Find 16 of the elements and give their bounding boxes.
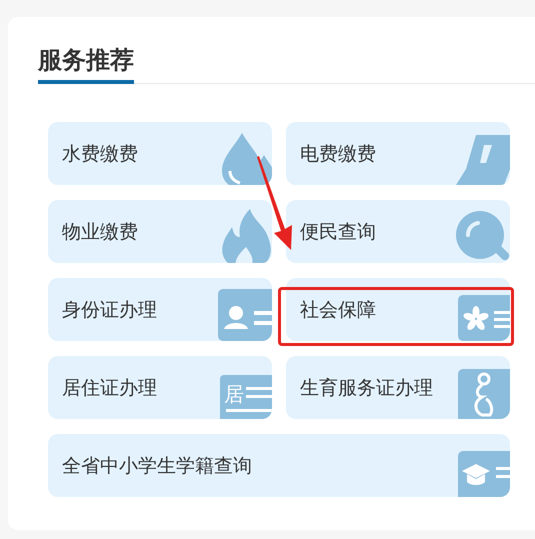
- graduation-cap-icon: [458, 451, 510, 497]
- service-tile[interactable]: 生育服务证办理: [286, 356, 510, 419]
- service-tile[interactable]: 物业缴费: [48, 200, 272, 263]
- service-tile[interactable]: 全省中小学生学籍查询: [48, 434, 510, 497]
- residence-card-icon: 居: [220, 375, 272, 419]
- service-tile[interactable]: 电费缴费: [286, 122, 510, 185]
- service-tile[interactable]: 居住证办理 居: [48, 356, 272, 419]
- flame-icon: [220, 207, 272, 263]
- service-tile[interactable]: 水费缴费: [48, 122, 272, 185]
- id-card-icon: [218, 289, 272, 341]
- service-tile[interactable]: 身份证办理: [48, 278, 272, 341]
- section-title: 服务推荐: [38, 44, 134, 84]
- service-tile[interactable]: 便民查询: [286, 200, 510, 263]
- flower-card-icon: [458, 295, 510, 341]
- figure-card-icon: [458, 369, 510, 419]
- service-tile[interactable]: 社会保障: [286, 278, 510, 341]
